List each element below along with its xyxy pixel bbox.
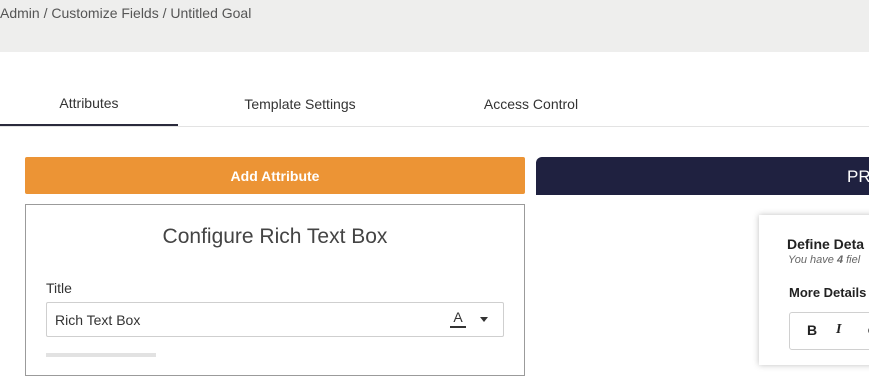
panel-title: Configure Rich Text Box xyxy=(162,225,388,248)
preview-card-title: Define Deta xyxy=(787,236,865,252)
preview-header-label: PR xyxy=(847,167,869,186)
tab-access-control[interactable]: Access Control xyxy=(430,82,632,125)
top-bar: Admin / Customize Fields / Untitled Goal xyxy=(0,0,869,52)
preview-header: PR xyxy=(536,157,869,195)
add-attribute-button[interactable]: Add Attribute xyxy=(25,157,525,194)
title-input-value: Rich Text Box xyxy=(55,312,141,328)
rich-text-toolbar: B I ⊙ xyxy=(789,312,869,350)
preview-card: Define Deta You have 4 fiel More Details… xyxy=(759,215,869,365)
tab-attributes[interactable]: Attributes xyxy=(0,82,178,126)
text-color-glyph: A xyxy=(453,309,463,325)
subtitle-suffix: fiel xyxy=(843,254,861,266)
subtitle-prefix: You have xyxy=(788,254,837,266)
tab-bar: Attributes Template Settings Access Cont… xyxy=(0,82,869,127)
title-field-label: Title xyxy=(46,280,72,296)
preview-card-subtitle: You have 4 fiel xyxy=(788,254,860,266)
chevron-down-icon[interactable] xyxy=(480,317,488,322)
text-color-icon[interactable]: A xyxy=(447,309,469,329)
configure-panel: Configure Rich Text Box Title Rich Text … xyxy=(25,204,525,376)
more-details-label: More Details xyxy=(789,285,867,300)
italic-button[interactable]: I xyxy=(836,322,841,338)
breadcrumb: Admin / Customize Fields / Untitled Goal xyxy=(0,5,252,21)
title-input[interactable]: Rich Text Box A xyxy=(46,302,504,337)
tab-template-settings[interactable]: Template Settings xyxy=(200,82,400,125)
bold-button[interactable]: B xyxy=(807,322,817,338)
next-field-label xyxy=(46,353,156,357)
text-color-underline xyxy=(450,326,466,328)
